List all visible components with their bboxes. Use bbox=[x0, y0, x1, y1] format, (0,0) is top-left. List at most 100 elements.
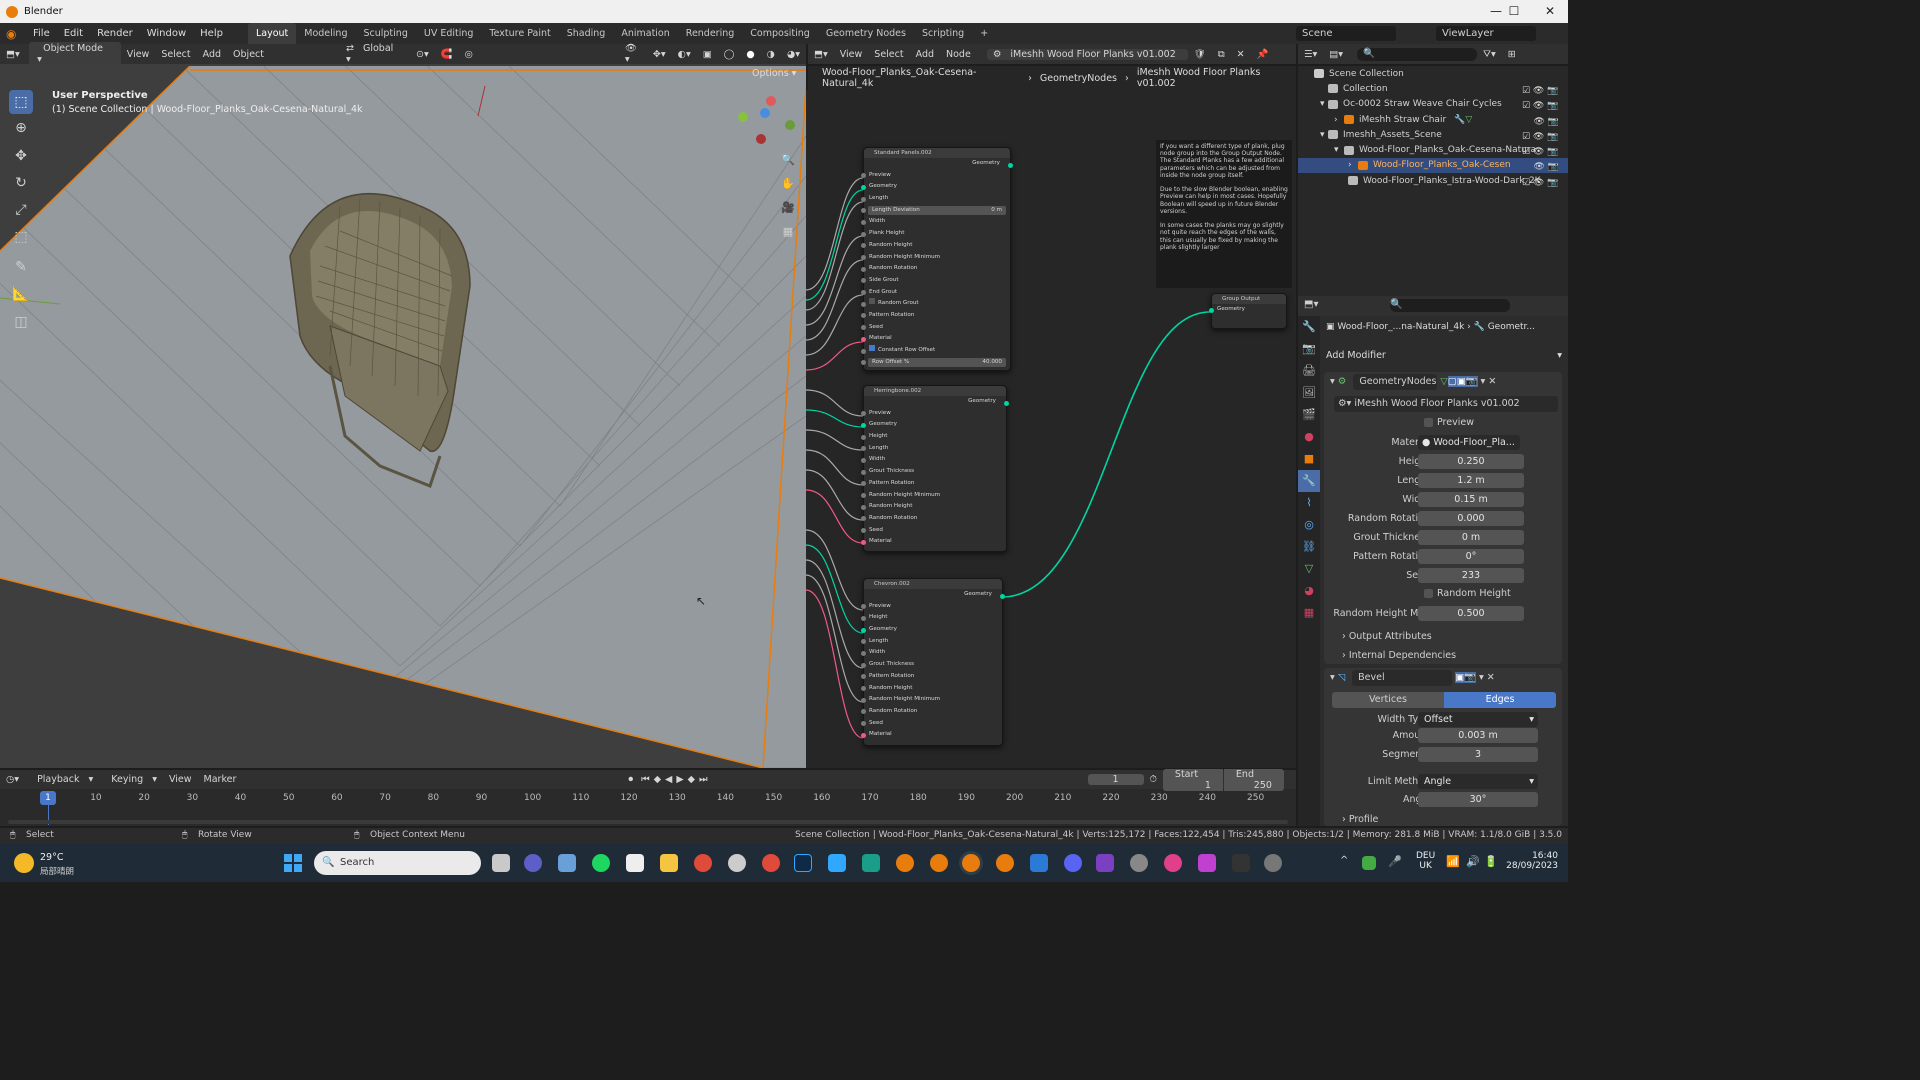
node-group-output[interactable]: Group Output Geometry bbox=[1209, 293, 1287, 329]
tool-tab-icon[interactable]: 🔧 bbox=[1298, 316, 1320, 338]
tab-texture-paint[interactable]: Texture Paint bbox=[481, 23, 558, 44]
blender-icon[interactable] bbox=[896, 854, 914, 872]
blender-active-icon[interactable] bbox=[962, 854, 980, 872]
node-editor-type-icon[interactable]: ⬒▾ bbox=[808, 49, 834, 60]
settings-gear-icon[interactable] bbox=[1264, 854, 1282, 872]
editor-type-icon[interactable]: ⬒▾ bbox=[0, 49, 29, 60]
measure-tool-icon[interactable]: 📐 bbox=[9, 282, 33, 306]
scene-tab-icon[interactable]: 🎬 bbox=[1298, 404, 1320, 426]
record-icon[interactable]: ⏺ bbox=[622, 774, 639, 785]
annotate-tool-icon[interactable]: ✎ bbox=[9, 255, 33, 279]
microphone-icon[interactable]: 🎤 bbox=[1388, 855, 1402, 868]
shading-rendered-icon[interactable]: ◕▾ bbox=[781, 49, 806, 60]
node-menu-node[interactable]: Node bbox=[940, 49, 977, 60]
prev-keyframe-icon[interactable]: ◆ bbox=[652, 774, 663, 785]
preview-checkbox[interactable]: Preview bbox=[1424, 417, 1474, 428]
preview-range-icon[interactable]: ⏱ bbox=[1144, 774, 1163, 785]
physics-tab-icon[interactable]: ◎ bbox=[1298, 514, 1320, 536]
proportional-edit-icon[interactable]: ◎ bbox=[459, 49, 479, 60]
tab-rendering[interactable]: Rendering bbox=[678, 23, 743, 44]
random-height-min-field[interactable]: 0.500 bbox=[1418, 606, 1524, 621]
length-field[interactable]: 1.2 m bbox=[1418, 473, 1524, 488]
scene-selector[interactable]: Scene bbox=[1296, 26, 1396, 41]
notion-icon[interactable] bbox=[626, 854, 644, 872]
gn-modifier-name-input[interactable]: GeometryNodes bbox=[1353, 374, 1438, 390]
timeline-ruler[interactable]: 10 20 30 40 50 60 70 80 90 100 110 120 130 140 150 160 1… bbox=[0, 790, 1296, 806]
constant-row-offset-checkbox[interactable] bbox=[869, 345, 875, 351]
tab-layout[interactable]: Layout bbox=[247, 23, 297, 44]
timeline-scrollbar[interactable] bbox=[8, 820, 1288, 824]
object-tab-icon[interactable]: ■ bbox=[1298, 448, 1320, 470]
node-standard-panels[interactable]: Standard Panels.002 Geometry Preview Geo… bbox=[861, 147, 1013, 371]
output-socket[interactable] bbox=[1000, 594, 1005, 599]
spotify-icon[interactable] bbox=[592, 854, 610, 872]
taskbar-search-input[interactable]: 🔍 Search bbox=[314, 851, 481, 875]
select-box-tool-icon[interactable]: ⬚ bbox=[9, 90, 33, 114]
shading-solid-icon[interactable]: ● bbox=[740, 49, 760, 60]
blender-menu-icon[interactable]: ◉ bbox=[6, 27, 24, 41]
marker-menu[interactable]: Marker bbox=[198, 774, 243, 785]
zoom-icon[interactable]: 🔍 bbox=[778, 150, 798, 170]
volume-icon[interactable]: 🔊 bbox=[1466, 855, 1480, 868]
filter-icon[interactable]: ⛛▾ bbox=[1477, 49, 1502, 60]
segments-field[interactable]: 3 bbox=[1418, 747, 1538, 762]
app-gray-icon[interactable] bbox=[1130, 854, 1148, 872]
shading-material-icon[interactable]: ◑ bbox=[761, 49, 781, 60]
angle-field[interactable]: 30° bbox=[1418, 792, 1538, 807]
timeline-view-menu[interactable]: View bbox=[163, 774, 198, 785]
node-chevron[interactable]: Chevron.002 Geometry Preview Height Geom… bbox=[861, 578, 1005, 746]
overlay-icon[interactable]: ◐▾ bbox=[672, 49, 697, 60]
realtime-toggle-icon[interactable]: ▣ bbox=[1456, 376, 1466, 387]
output-socket[interactable] bbox=[1008, 163, 1013, 168]
navigation-gizmo[interactable] bbox=[738, 94, 798, 154]
texture-tab-icon[interactable]: ▦ bbox=[1298, 602, 1320, 624]
rotate-tool-icon[interactable]: ↻ bbox=[9, 171, 33, 195]
weather-icon[interactable] bbox=[14, 853, 34, 873]
3d-viewport[interactable]: User Perspective (1) Scene Collection | … bbox=[0, 66, 806, 768]
task-view-icon[interactable] bbox=[492, 854, 510, 872]
battery-icon[interactable]: 🔋 bbox=[1484, 855, 1498, 868]
bevel-tab-vertices[interactable]: Vertices bbox=[1332, 692, 1444, 708]
view-layer-selector[interactable]: ViewLayer bbox=[1436, 26, 1536, 41]
blender-icon[interactable] bbox=[930, 854, 948, 872]
world-tab-icon[interactable]: ● bbox=[1298, 426, 1320, 448]
properties-type-icon[interactable]: ⬒▾ bbox=[1304, 299, 1318, 310]
chrome-icon[interactable] bbox=[694, 854, 712, 872]
viewport-toggle-icon[interactable]: ▢ bbox=[1447, 376, 1457, 387]
node-menu-view[interactable]: View bbox=[834, 49, 869, 60]
add-cube-tool-icon[interactable]: ◫ bbox=[9, 310, 33, 334]
vscode-icon[interactable] bbox=[1030, 854, 1048, 872]
properties-search-input[interactable]: 🔍 bbox=[1390, 299, 1510, 312]
node-herringbone[interactable]: Herringbone.002 Geometry Preview Geometr… bbox=[861, 385, 1009, 552]
discord-icon[interactable] bbox=[1064, 854, 1082, 872]
close-button[interactable]: ✕ bbox=[1532, 0, 1568, 23]
next-keyframe-icon[interactable]: ◆ bbox=[686, 774, 697, 785]
tab-compositing[interactable]: Compositing bbox=[742, 23, 818, 44]
material-selector[interactable]: ● Wood-Floor_Pla... ✕ bbox=[1418, 435, 1520, 463]
output-attributes-panel[interactable]: › Output Attributes bbox=[1342, 631, 1432, 642]
play-reverse-icon[interactable]: ◀ bbox=[663, 774, 674, 785]
grout-thickness-field[interactable]: 0 m bbox=[1418, 530, 1524, 545]
node-input-row-offset[interactable]: Row Offset % 40.000 bbox=[861, 357, 1010, 369]
breadcrumb-object[interactable]: Wood-Floor_Planks_Oak-Cesena-Natural_4k bbox=[822, 67, 1020, 89]
bevel-render-toggle-icon[interactable]: 📷 bbox=[1464, 672, 1476, 683]
seed-field[interactable]: 233 bbox=[1418, 568, 1524, 583]
snap-icon[interactable]: 🧲 bbox=[435, 49, 459, 60]
start-frame-field[interactable]: Start 1 bbox=[1162, 768, 1223, 791]
tab-shading[interactable]: Shading bbox=[559, 23, 614, 44]
breadcrumb-tree[interactable]: iMeshh Wood Floor Planks v01.002 bbox=[1137, 67, 1296, 89]
bevel-realtime-toggle-icon[interactable]: ▣ bbox=[1455, 672, 1465, 683]
chrome-alt-icon[interactable] bbox=[762, 854, 780, 872]
tab-scripting[interactable]: Scripting bbox=[914, 23, 972, 44]
duplicate-icon[interactable]: ⧉ bbox=[1212, 49, 1231, 60]
camera-icon[interactable]: 🎥 bbox=[778, 198, 798, 218]
random-rotation-field[interactable]: 0.000 bbox=[1418, 511, 1524, 526]
maximize-button[interactable]: ☐ bbox=[1496, 0, 1532, 23]
menu-window[interactable]: Window bbox=[140, 23, 193, 44]
bevel-tab-edges[interactable]: Edges bbox=[1444, 692, 1556, 708]
outliner-type-icon[interactable]: ☰▾ bbox=[1298, 49, 1323, 60]
xray-icon[interactable]: ▣ bbox=[697, 49, 718, 60]
tab-modeling[interactable]: Modeling bbox=[296, 23, 355, 44]
menu-help[interactable]: Help bbox=[193, 23, 230, 44]
photoshop-beta-icon[interactable] bbox=[828, 854, 846, 872]
